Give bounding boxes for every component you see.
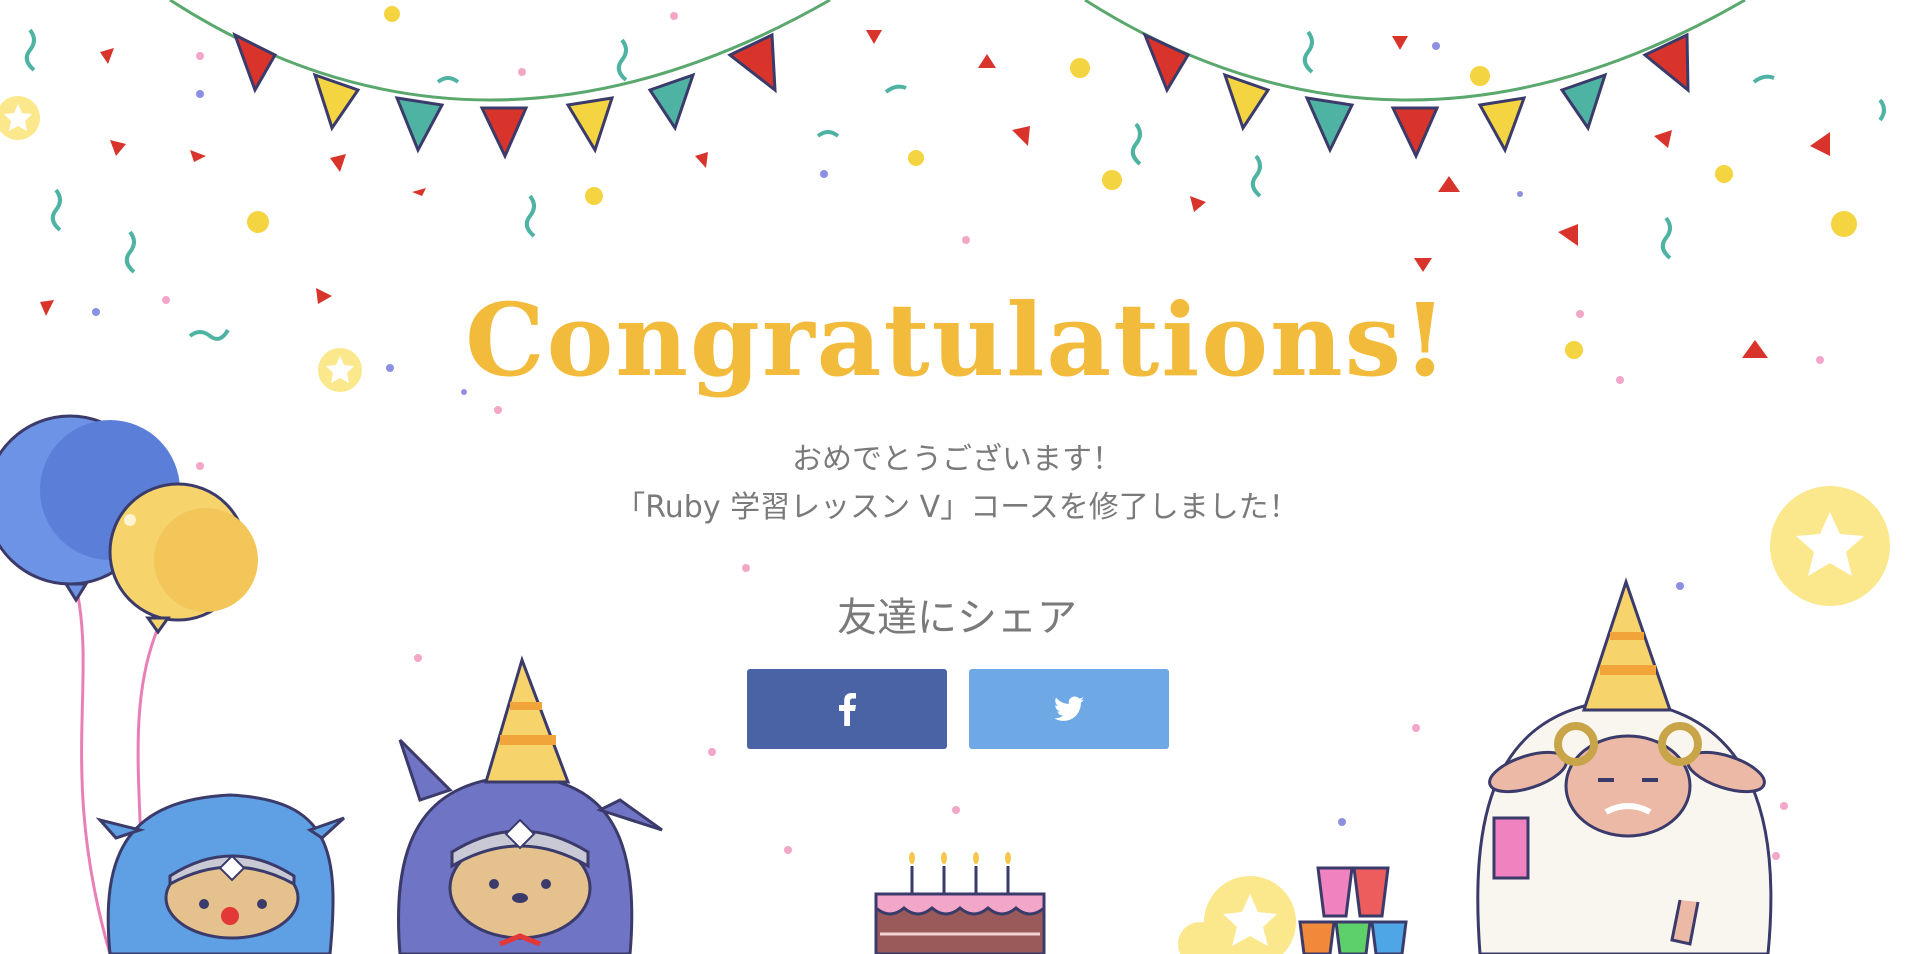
bunting-right (1084, 0, 1746, 160)
bunting-left (169, 0, 831, 160)
pennant (1390, 106, 1440, 160)
twitter-icon (1054, 696, 1084, 721)
birthday-cake (874, 852, 1046, 954)
pennant (1304, 96, 1355, 154)
pennant (1642, 32, 1690, 94)
purple-ninja-character (397, 655, 663, 954)
twitter-share-button[interactable] (969, 669, 1169, 749)
pennant (1477, 96, 1527, 154)
pennant (647, 72, 696, 132)
pennant (394, 96, 445, 154)
pennant (479, 106, 529, 160)
share-heading: 友達にシェア (837, 595, 1077, 641)
facebook-share-button[interactable] (747, 669, 947, 749)
cup-stack (1298, 866, 1408, 954)
congratulations-title: Congratulations! (465, 281, 1449, 399)
congratulations-message: おめでとうございます！ (792, 442, 1122, 477)
pennant (232, 31, 278, 94)
course-completion-message: 「Ruby 学習レッスン V」コースを修了しました！ (615, 490, 1299, 525)
pennant (727, 32, 777, 94)
pennant (1559, 72, 1608, 132)
pennant (1222, 72, 1271, 132)
facebook-icon (839, 693, 856, 726)
pennant (565, 96, 615, 154)
blue-ninja-character (95, 793, 346, 954)
